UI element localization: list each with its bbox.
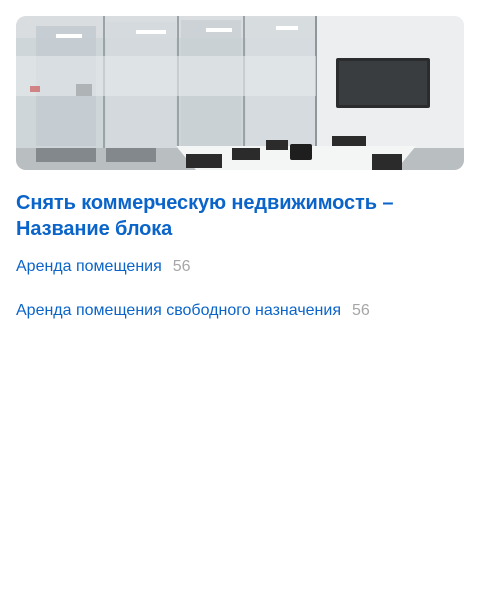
link-row-office-rent[interactable]: Аренда помещения 56 xyxy=(16,256,464,286)
block-title[interactable]: Снять коммерческую недвижимость – Назван… xyxy=(16,190,464,242)
link-label[interactable]: Аренда помещения xyxy=(16,256,162,278)
links-list: Аренда помещения 56 Аренда помещения сво… xyxy=(16,256,464,330)
conference-room-photo[interactable] xyxy=(16,16,464,170)
link-count: 56 xyxy=(172,258,191,275)
link-count: 56 xyxy=(351,302,370,319)
real-estate-block: Снять коммерческую недвижимость – Назван… xyxy=(16,16,464,344)
link-row-free-purpose-rent[interactable]: Аренда помещения свободного назначения 5… xyxy=(16,300,464,330)
photo-illustration xyxy=(16,16,464,170)
link-label[interactable]: Аренда помещения свободного назначения xyxy=(16,300,341,322)
